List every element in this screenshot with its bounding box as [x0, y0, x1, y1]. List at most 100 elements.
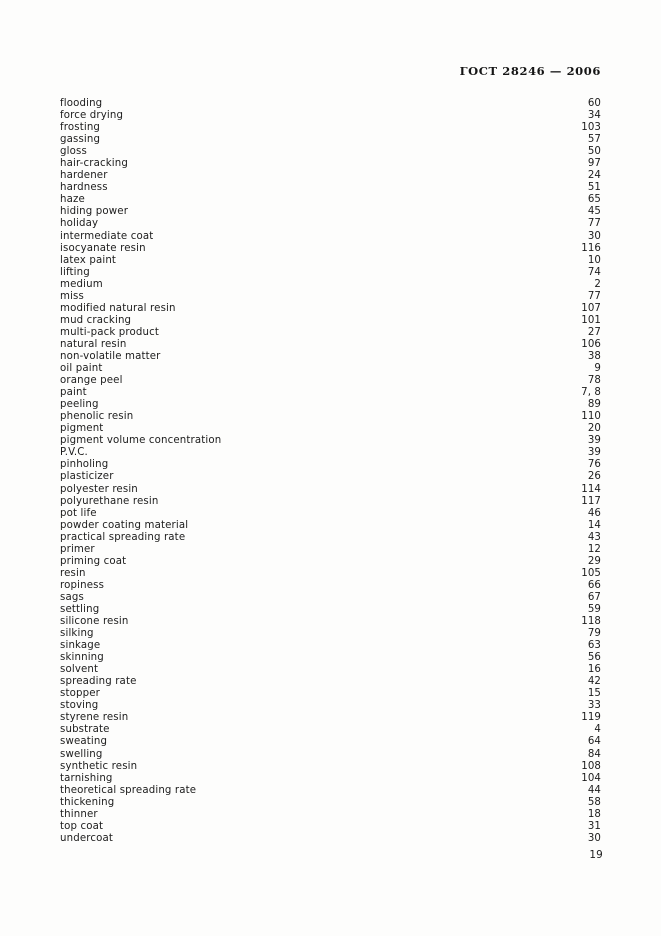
index-entry-term: holiday — [60, 218, 99, 230]
index-entry-page-number: 97 — [587, 158, 601, 170]
index-entry-page-number: 24 — [587, 170, 601, 182]
index-entry-term: multi-pack product — [60, 326, 160, 338]
index-entry-page-number: 76 — [587, 459, 601, 471]
index-entry-page-number: 77 — [587, 290, 601, 302]
index-entry-row: hiding power 45 — [60, 206, 601, 218]
index-entry-term: tarnishing — [60, 772, 113, 784]
index-entry-row: oil paint 9 — [60, 363, 601, 375]
index-entry-term: non-volatile matter — [60, 350, 161, 362]
index-entry-page-number: 66 — [587, 579, 601, 591]
index-entry-row: hardener 24 — [60, 170, 601, 182]
index-entry-page-number: 107 — [581, 302, 601, 314]
index-entry-row: gloss 50 — [60, 146, 601, 158]
alphabetical-index-list: flooding 60 force drying 34 frosting 103 gassi… — [60, 98, 601, 845]
index-entry-term: practical spreading rate — [60, 531, 186, 543]
index-entry-page-number: 27 — [587, 326, 601, 338]
index-entry-row: pot life 46 — [60, 508, 601, 520]
index-entry-row: latex paint 10 — [60, 255, 601, 267]
index-entry-page-number: 59 — [587, 603, 601, 615]
index-entry-term: stoving — [60, 700, 99, 712]
index-entry-row: substrate 4 — [60, 724, 601, 736]
index-entry-term: pigment volume concentration — [60, 435, 222, 447]
document-page: ГОСТ 28246 — 2006 flooding 60 force drying… — [0, 0, 661, 936]
index-entry-row: powder coating material 14 — [60, 520, 601, 532]
index-entry-page-number: 38 — [587, 350, 601, 362]
index-entry-row: orange peel 78 — [60, 375, 601, 387]
index-entry-term: swelling — [60, 748, 103, 760]
index-entry-row: frosting 103 — [60, 122, 601, 134]
index-entry-row: P.V.C. 39 — [60, 447, 601, 459]
index-entry-row: solvent 16 — [60, 664, 601, 676]
index-entry-page-number: 106 — [581, 338, 601, 350]
index-entry-row: flooding 60 — [60, 98, 601, 110]
index-entry-page-number: 16 — [587, 664, 601, 676]
index-entry-row: spreading rate 42 — [60, 676, 601, 688]
index-entry-page-number: 39 — [587, 447, 601, 459]
index-entry-term: silking — [60, 628, 94, 640]
index-entry-term: frosting — [60, 122, 101, 134]
index-entry-page-number: 74 — [587, 266, 601, 278]
index-entry-term: orange peel — [60, 375, 123, 387]
index-entry-term: oil paint — [60, 363, 103, 375]
index-entry-page-number: 77 — [587, 218, 601, 230]
index-entry-row: undercoat 30 — [60, 833, 601, 845]
index-entry-term: hardener — [60, 170, 108, 182]
index-entry-row: non-volatile matter 38 — [60, 351, 601, 363]
index-entry-term: spreading rate — [60, 676, 137, 688]
index-entry-term: pot life — [60, 507, 97, 519]
index-entry-page-number: 42 — [587, 676, 601, 688]
index-entry-page-number: 50 — [587, 146, 601, 158]
index-entry-row: intermediate coat 30 — [60, 231, 601, 243]
index-entry-row: haze 65 — [60, 194, 601, 206]
index-entry-row: pigment volume concentration 39 — [60, 435, 601, 447]
index-entry-page-number: 84 — [587, 748, 601, 760]
index-entry-row: phenolic resin 110 — [60, 411, 601, 423]
index-entry-row: polyester resin 114 — [60, 484, 601, 496]
index-entry-term: solvent — [60, 664, 99, 676]
index-entry-term: hardness — [60, 182, 108, 194]
index-entry-row: pigment 20 — [60, 423, 601, 435]
index-entry-page-number: 89 — [587, 399, 601, 411]
index-entry-page-number: 12 — [587, 543, 601, 555]
index-entry-page-number: 43 — [587, 531, 601, 543]
index-entry-page-number: 63 — [587, 640, 601, 652]
index-entry-term: P.V.C. — [60, 447, 88, 459]
running-head-standard-ref: ГОСТ 28246 — 2006 — [459, 64, 601, 78]
index-entry-row: paint 7, 8 — [60, 387, 601, 399]
index-entry-term: synthetic resin — [60, 760, 138, 772]
index-entry-term: stopper — [60, 688, 100, 700]
index-entry-page-number: 101 — [581, 314, 601, 326]
index-entry-term: top coat — [60, 820, 104, 832]
index-entry-page-number: 10 — [587, 254, 601, 266]
index-entry-term: substrate — [60, 724, 110, 736]
index-entry-term: resin — [60, 567, 86, 579]
index-entry-page-number: 64 — [587, 736, 601, 748]
index-entry-page-number: 30 — [587, 832, 601, 844]
index-entry-row: isocyanate resin 116 — [60, 243, 601, 255]
index-entry-page-number: 60 — [587, 98, 601, 109]
index-entry-row: polyurethane resin 117 — [60, 496, 601, 508]
index-entry-page-number: 14 — [587, 519, 601, 531]
index-entry-row: hardness 51 — [60, 182, 601, 194]
index-entry-page-number: 31 — [587, 820, 601, 832]
index-entry-row: gassing 57 — [60, 134, 601, 146]
index-entry-page-number: 108 — [581, 760, 601, 772]
index-entry-row: force drying 34 — [60, 110, 601, 122]
index-entry-term: settling — [60, 603, 100, 615]
index-entry-row: mud cracking 101 — [60, 315, 601, 327]
index-entry-page-number: 116 — [581, 242, 601, 254]
index-entry-term: thinner — [60, 808, 98, 820]
index-entry-page-number: 78 — [587, 375, 601, 387]
index-entry-term: undercoat — [60, 832, 114, 844]
page-number-folio: 19 — [589, 849, 603, 861]
index-entry-page-number: 117 — [581, 495, 601, 507]
index-entry-row: theoretical spreading rate 44 — [60, 785, 601, 797]
index-entry-term: intermediate coat — [60, 230, 154, 242]
index-entry-page-number: 45 — [587, 206, 601, 218]
index-entry-row: thinner 18 — [60, 809, 601, 821]
index-entry-row: top coat 31 — [60, 821, 601, 833]
index-entry-row: tarnishing 104 — [60, 773, 601, 785]
index-entry-row: ropiness 66 — [60, 580, 601, 592]
index-entry-page-number: 39 — [587, 435, 601, 447]
index-entry-row: stopper 15 — [60, 688, 601, 700]
